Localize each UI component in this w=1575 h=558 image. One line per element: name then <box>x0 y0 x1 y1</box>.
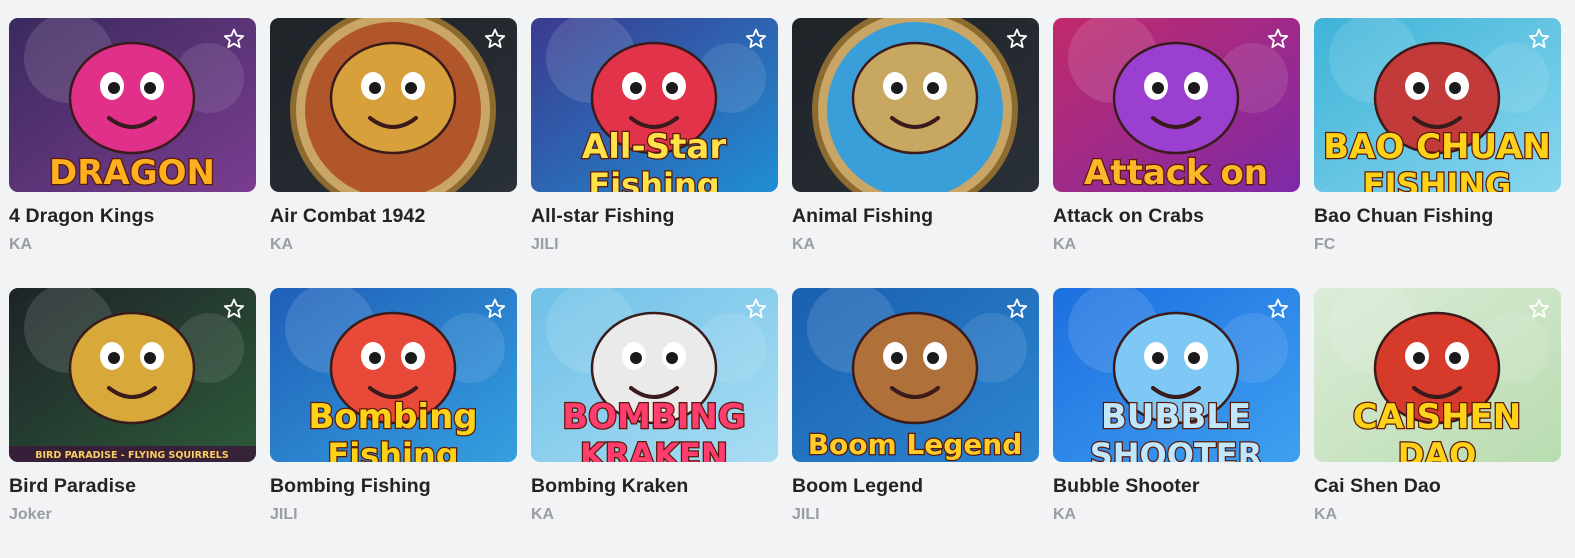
game-name[interactable]: Attack on Crabs <box>1053 205 1300 228</box>
star-outline-icon[interactable] <box>744 297 768 321</box>
raccoon-icon <box>851 41 979 155</box>
game-name[interactable]: Bombing Kraken <box>531 475 778 498</box>
dragon-icon <box>68 41 196 155</box>
game-name[interactable]: Bubble Shooter <box>1053 475 1300 498</box>
game-art-title: BUBBLE <box>1101 397 1251 437</box>
game-name[interactable]: All-star Fishing <box>531 205 778 228</box>
star-outline-icon[interactable] <box>1005 27 1029 51</box>
game-card[interactable]: CAISHEN DAO Cai Shen Dao KA <box>1314 288 1561 558</box>
game-art: BAO CHUANFISHING <box>1314 18 1561 192</box>
game-card[interactable]: BOMBING KRAKEN Bombing Kraken KA <box>531 288 778 558</box>
star-outline-icon[interactable] <box>1266 297 1290 321</box>
game-art <box>792 18 1039 192</box>
game-thumbnail[interactable]: All-Star Fishing <box>531 18 778 192</box>
crab-icon <box>1112 41 1240 155</box>
game-art-subtitle: FISHING <box>1363 166 1512 192</box>
game-provider: KA <box>9 236 33 253</box>
game-card[interactable]: BAO CHUAN FISHING Bao Chuan Fishing FC <box>1314 18 1561 288</box>
game-art-title: BOMBING <box>562 397 746 437</box>
game-thumbnail[interactable]: Attack on <box>1053 18 1300 192</box>
game-provider: KA <box>1053 506 1077 523</box>
game-art-title: BIRD PARADISE - FLYING SQUIRRELS <box>35 450 229 461</box>
game-art: BOMBINGKRAKEN <box>531 288 778 462</box>
game-card[interactable]: Animal Fishing KA <box>792 18 1039 288</box>
game-provider: Joker <box>9 506 52 523</box>
game-provider: KA <box>531 506 555 523</box>
bird-icon <box>68 311 196 425</box>
game-art: BUBBLESHOOTER <box>1053 288 1300 462</box>
game-card[interactable]: BIRD PARADISE - FLYING SQUIRRELS Bird Par… <box>9 288 256 558</box>
game-name[interactable]: Animal Fishing <box>792 205 1039 228</box>
game-name[interactable]: 4 Dragon Kings <box>9 205 256 228</box>
game-provider: KA <box>792 236 816 253</box>
game-provider: JILI <box>792 506 820 523</box>
game-art-title: DRAGON <box>49 153 215 192</box>
game-art-title: Bombing <box>308 397 477 437</box>
game-provider: JILI <box>270 506 298 523</box>
game-art-subtitle: DAO <box>1398 436 1477 462</box>
game-provider: FC <box>1314 236 1336 253</box>
star-outline-icon[interactable] <box>483 27 507 51</box>
game-name[interactable]: Boom Legend <box>792 475 1039 498</box>
game-thumbnail[interactable]: Bombing Fishing <box>270 288 517 462</box>
game-card[interactable]: DRAGON 4 Dragon Kings KA <box>9 18 256 288</box>
game-thumbnail[interactable] <box>270 18 517 192</box>
game-art-title: CAISHEN <box>1353 397 1522 437</box>
plane-icon <box>329 41 457 155</box>
game-thumbnail[interactable]: Boom Legend <box>792 288 1039 462</box>
game-art: Boom Legend <box>792 288 1039 462</box>
game-art-title: All-Star <box>582 127 726 167</box>
game-art <box>270 18 517 192</box>
game-art: Attack on <box>1053 18 1300 192</box>
game-art-subtitle: KRAKEN <box>580 436 728 462</box>
game-thumbnail[interactable]: BAO CHUAN FISHING <box>1314 18 1561 192</box>
game-art: CAISHENDAO <box>1314 288 1561 462</box>
game-provider: KA <box>270 236 294 253</box>
game-art: DRAGON <box>9 18 256 192</box>
game-name[interactable]: Bombing Fishing <box>270 475 517 498</box>
game-art-subtitle: Fishing <box>327 436 458 462</box>
star-outline-icon[interactable] <box>222 27 246 51</box>
game-grid: DRAGON 4 Dragon Kings KA Air Combat 1942 KA A… <box>0 0 1575 558</box>
star-outline-icon[interactable] <box>483 297 507 321</box>
star-outline-icon[interactable] <box>1005 297 1029 321</box>
game-thumbnail[interactable]: BIRD PARADISE - FLYING SQUIRRELS <box>9 288 256 462</box>
game-art: BombingFishing <box>270 288 517 462</box>
game-art-title: Boom Legend <box>808 428 1023 461</box>
game-art: BIRD PARADISE - FLYING SQUIRRELS <box>9 288 256 462</box>
game-provider: JILI <box>531 236 559 253</box>
game-thumbnail[interactable]: BUBBLE SHOOTER <box>1053 288 1300 462</box>
game-art-subtitle: SHOOTER <box>1090 436 1263 462</box>
game-name[interactable]: Cai Shen Dao <box>1314 475 1561 498</box>
game-card[interactable]: BUBBLE SHOOTER Bubble Shooter KA <box>1053 288 1300 558</box>
star-outline-icon[interactable] <box>1527 27 1551 51</box>
game-provider: KA <box>1314 506 1338 523</box>
game-art: All-StarFishing <box>531 18 778 192</box>
game-card[interactable]: Air Combat 1942 KA <box>270 18 517 288</box>
game-card[interactable]: Bombing Fishing Bombing Fishing JILI <box>270 288 517 558</box>
pirate-icon <box>851 311 979 425</box>
game-thumbnail[interactable] <box>792 18 1039 192</box>
game-thumbnail[interactable]: BOMBING KRAKEN <box>531 288 778 462</box>
star-outline-icon[interactable] <box>1266 27 1290 51</box>
game-thumbnail[interactable]: DRAGON <box>9 18 256 192</box>
game-name[interactable]: Air Combat 1942 <box>270 205 517 228</box>
game-art-subtitle: Fishing <box>588 166 719 192</box>
game-provider: KA <box>1053 236 1077 253</box>
game-card[interactable]: All-Star Fishing All-star Fishing JILI <box>531 18 778 288</box>
game-card[interactable]: Attack on Attack on Crabs KA <box>1053 18 1300 288</box>
game-thumbnail[interactable]: CAISHEN DAO <box>1314 288 1561 462</box>
game-name[interactable]: Bao Chuan Fishing <box>1314 205 1561 228</box>
game-art-title: Attack on <box>1084 153 1268 192</box>
star-outline-icon[interactable] <box>222 297 246 321</box>
game-name[interactable]: Bird Paradise <box>9 475 256 498</box>
game-card[interactable]: Boom Legend Boom Legend JILI <box>792 288 1039 558</box>
star-outline-icon[interactable] <box>744 27 768 51</box>
game-art-title: BAO CHUAN <box>1323 127 1551 167</box>
star-outline-icon[interactable] <box>1527 297 1551 321</box>
